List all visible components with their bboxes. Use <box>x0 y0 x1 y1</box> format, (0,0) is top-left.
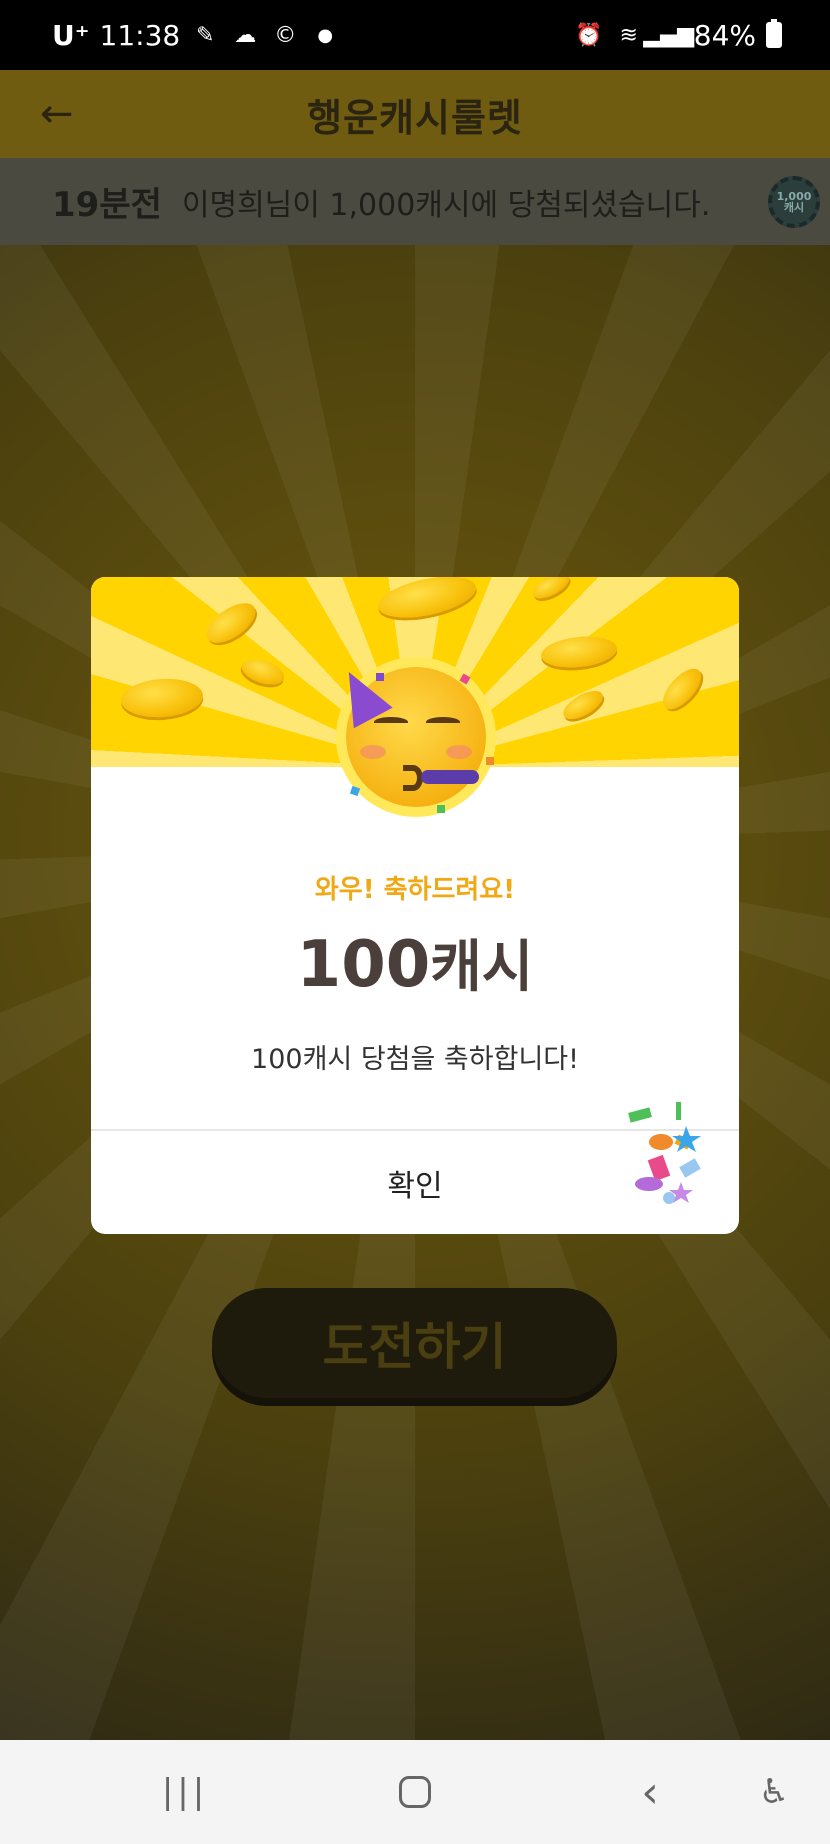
coin-icon <box>558 685 608 725</box>
app-header: ← 행운캐시룰렛 <box>0 70 830 158</box>
cloud-icon: ☁ <box>234 22 257 48</box>
winner-ticker: 19분전 이명희님이 1,000캐시에 당첨되셨습니다. 1,000 캐시 <box>0 158 830 245</box>
party-blower-icon <box>421 770 479 784</box>
confetti-piece <box>437 805 445 813</box>
emoji-cheek <box>360 745 386 759</box>
emoji-cheek <box>446 745 472 759</box>
app-notification-icon: ✎ <box>196 22 215 48</box>
challenge-button[interactable]: 도전하기 <box>212 1288 617 1398</box>
alarm-icon: ⏰ <box>575 22 603 48</box>
status-bar: U⁺ 11:38 ✎ ☁ © ● ⏰ ≋ ▂▄▆ 84% <box>0 0 830 70</box>
status-right: ⏰ ≋ ▂▄▆ 84% <box>574 19 782 52</box>
c-icon: © <box>274 22 297 48</box>
cash-chip-icon: 1,000 캐시 <box>768 176 820 228</box>
confetti-piece <box>486 757 494 765</box>
emoji-eye <box>426 717 460 727</box>
win-description: 100캐시 당첨을 축하합니다! <box>251 1044 579 1075</box>
emoji-mouth <box>403 765 423 791</box>
coin-icon <box>119 676 205 720</box>
win-amount-number: 100 <box>296 928 431 1002</box>
back-icon[interactable]: ‹ <box>630 1767 670 1818</box>
page-title: 행운캐시룰렛 <box>307 95 523 140</box>
coin-icon <box>238 654 288 690</box>
carrier-label: U⁺ <box>52 18 90 52</box>
home-icon[interactable] <box>394 1770 436 1814</box>
accessibility-icon[interactable]: ♿ <box>752 1770 796 1814</box>
status-left: U⁺ 11:38 ✎ ☁ © ● <box>52 19 340 52</box>
wifi-icon: ≋ <box>619 22 638 48</box>
ticker-time: 19분전 <box>52 185 162 225</box>
congrats-subtitle: 와우! 축하드려요! <box>314 875 516 905</box>
win-amount-unit: 캐시 <box>430 935 534 1000</box>
win-modal: 와우! 축하드려요! 100캐시 100캐시 당첨을 축하합니다! 확인 <box>91 577 739 1234</box>
signal-icon: ▂▄▆ <box>643 22 695 48</box>
confetti-icon <box>628 1102 701 1204</box>
status-time: 11:38 <box>99 18 181 52</box>
back-arrow-icon[interactable]: ← <box>40 94 84 134</box>
recents-icon[interactable]: ||| <box>162 1770 205 1814</box>
coin-icon <box>539 633 619 671</box>
ticker-message: 이명희님이 1,000캐시에 당첨되셨습니다. <box>181 187 711 223</box>
emoji-eye <box>374 717 408 727</box>
battery-icon <box>766 19 782 48</box>
coin-icon <box>200 595 262 651</box>
coin-icon <box>529 577 573 604</box>
coin-icon <box>656 662 708 716</box>
dot-icon: ● <box>317 24 334 46</box>
battery-percent: 84% <box>693 18 756 52</box>
confetti-piece <box>376 673 384 681</box>
coin-icon <box>374 577 480 626</box>
confetti-piece <box>349 785 361 797</box>
win-amount: 100캐시 <box>91 922 739 1003</box>
system-nav-bar: ||| ‹ ♿ <box>0 1740 830 1844</box>
